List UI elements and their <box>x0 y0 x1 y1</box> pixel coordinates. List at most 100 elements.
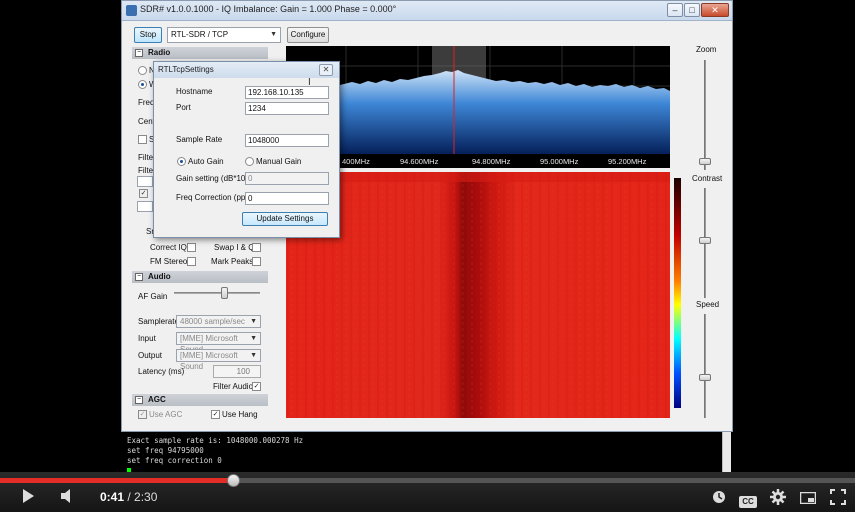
agc-section-header[interactable]: − AGC <box>132 394 268 406</box>
step-input[interactable] <box>137 201 153 212</box>
input-device-select[interactable]: [MME] Microsoft Sound▼ <box>176 332 261 354</box>
maximize-button[interactable]: □ <box>684 3 700 17</box>
progress-bar[interactable] <box>0 474 855 487</box>
play-icon[interactable] <box>20 488 36 508</box>
freq-correction-label: Freq Correction (ppm) <box>176 193 255 202</box>
watch-later-icon[interactable] <box>712 490 726 508</box>
dialog-title: RTLTcpSettings ✕ <box>154 62 339 78</box>
filter-audio-label: Filter Audio <box>213 382 254 391</box>
port-input[interactable]: 1234 <box>245 102 329 115</box>
port-label: Port <box>176 103 191 112</box>
fm-stereo-checkbox[interactable] <box>187 257 196 266</box>
manual-gain-label: Manual Gain <box>256 157 302 166</box>
use-hang-checkbox[interactable]: ✓ <box>211 410 220 419</box>
contrast-slider-thumb[interactable] <box>699 237 711 244</box>
console-line: Exact sample rate is: 1048000.000278 Hz <box>127 436 304 445</box>
af-gain-track[interactable] <box>174 292 260 294</box>
volume-icon[interactable] <box>60 489 76 507</box>
audio-section-header[interactable]: − Audio <box>132 271 268 283</box>
zoom-slider-thumb[interactable] <box>699 158 711 165</box>
radio-mode-w[interactable] <box>138 80 147 89</box>
auto-gain-radio[interactable] <box>177 157 186 166</box>
manual-gain-radio[interactable] <box>245 157 254 166</box>
console-line: set freq correction 0 <box>127 456 222 465</box>
color-palette-bar <box>674 178 681 408</box>
collapse-icon: − <box>135 273 143 281</box>
chevron-down-icon: ▼ <box>250 318 257 325</box>
filter-checkbox[interactable]: ✓ <box>139 189 148 198</box>
radio-section-header[interactable]: − Radio <box>132 47 268 59</box>
filter-input[interactable] <box>137 176 153 187</box>
rtltcp-settings-dialog: RTLTcpSettings ✕ Hostname 192.168.10.135… <box>153 61 340 238</box>
swap-iq-checkbox[interactable] <box>252 243 261 252</box>
update-settings-button[interactable]: Update Settings <box>242 212 328 226</box>
collapse-icon: − <box>135 396 143 404</box>
console-line: set freq 94795000 <box>127 446 204 455</box>
source-select[interactable]: RTL-SDR / TCP ▼ <box>167 27 281 43</box>
latency-label: Latency (ms) <box>138 367 185 376</box>
use-agc-label: Use AGC <box>149 410 183 419</box>
latency-input[interactable]: 100 <box>213 365 261 378</box>
hostname-label: Hostname <box>176 87 213 96</box>
app-icon <box>126 5 137 16</box>
use-hang-label: Use Hang <box>222 410 258 419</box>
waterfall-display[interactable] <box>286 172 670 418</box>
duration: / 2:30 <box>127 490 158 504</box>
time-display: 0:41 / 2:30 <box>100 490 157 504</box>
spectrum-fill <box>286 70 670 154</box>
speed-track[interactable] <box>704 314 706 418</box>
collapse-icon: − <box>135 49 143 57</box>
use-agc-checkbox[interactable]: ✓ <box>138 410 147 419</box>
sample-rate-input[interactable]: 1048000 <box>245 134 329 147</box>
correct-iq-checkbox[interactable] <box>187 243 196 252</box>
freq-label-5: 95.200MHz <box>608 157 647 166</box>
configure-button[interactable]: Configure <box>287 27 329 43</box>
close-button[interactable]: ✕ <box>701 3 729 17</box>
miniplayer-icon[interactable] <box>799 491 817 508</box>
filter-audio-checkbox[interactable]: ✓ <box>252 382 261 391</box>
output-label: Output <box>138 351 163 360</box>
video-frame: SDR# v1.0.0.1000 - IQ Imbalance: Gain = … <box>0 0 855 512</box>
samplerate-select[interactable]: 48000 sample/sec ▼ <box>176 315 261 328</box>
minimize-button[interactable]: – <box>667 3 683 17</box>
samplerate-label: Samplerate <box>138 317 179 326</box>
text-cursor-icon: I <box>308 77 311 88</box>
mark-peaks-label: Mark Peaks <box>211 257 254 266</box>
freq-label-4: 95.000MHz <box>540 157 579 166</box>
hostname-input[interactable]: 192.168.10.135 <box>245 86 329 99</box>
gain-setting-input[interactable]: 0 <box>245 172 329 185</box>
source-value: RTL-SDR / TCP <box>171 30 229 39</box>
progress-played <box>0 478 234 483</box>
af-gain-slider-thumb[interactable] <box>221 287 228 299</box>
radio-mode-n[interactable] <box>138 66 147 75</box>
speed-label: Speed <box>696 300 720 309</box>
waterfall-graph <box>286 172 670 418</box>
zoom-track[interactable] <box>704 60 706 170</box>
chevron-down-icon: ▼ <box>250 352 257 359</box>
mark-peaks-checkbox[interactable] <box>252 257 261 266</box>
fm-stereo-label: FM Stereo <box>150 257 188 266</box>
settings-gear-icon[interactable] <box>770 489 786 509</box>
window-titlebar: SDR# v1.0.0.1000 - IQ Imbalance: Gain = … <box>122 1 732 21</box>
stop-button[interactable]: Stop <box>134 27 162 43</box>
zoom-label: Zoom <box>696 45 717 54</box>
spectrum-graph: 400MHz 94.600MHz 94.800MHz 95.000MHz 95.… <box>286 46 670 166</box>
spectrum-display[interactable]: 400MHz 94.600MHz 94.800MHz 95.000MHz 95.… <box>286 46 670 168</box>
contrast-label: Contrast <box>692 174 723 183</box>
chevron-down-icon: ▼ <box>250 335 257 342</box>
freq-label-1: 400MHz <box>342 157 370 166</box>
input-label: Input <box>138 334 156 343</box>
speed-slider-thumb[interactable] <box>699 374 711 381</box>
dialog-close-button[interactable]: ✕ <box>319 64 333 76</box>
auto-gain-label: Auto Gain <box>188 157 224 166</box>
captions-icon[interactable]: CC <box>739 491 757 508</box>
output-device-select[interactable]: [MME] Microsoft Sound ▼ <box>176 349 261 371</box>
squelch-checkbox[interactable] <box>138 135 147 144</box>
swap-iq-label: Swap I & Q <box>214 243 255 252</box>
window-title: SDR# v1.0.0.1000 - IQ Imbalance: Gain = … <box>140 4 397 14</box>
correct-iq-label: Correct IQ <box>150 243 187 252</box>
fullscreen-icon[interactable] <box>830 489 846 509</box>
freq-correction-input[interactable]: 0 <box>245 192 329 205</box>
af-gain-label: AF Gain <box>138 292 168 301</box>
current-time: 0:41 <box>100 490 125 504</box>
